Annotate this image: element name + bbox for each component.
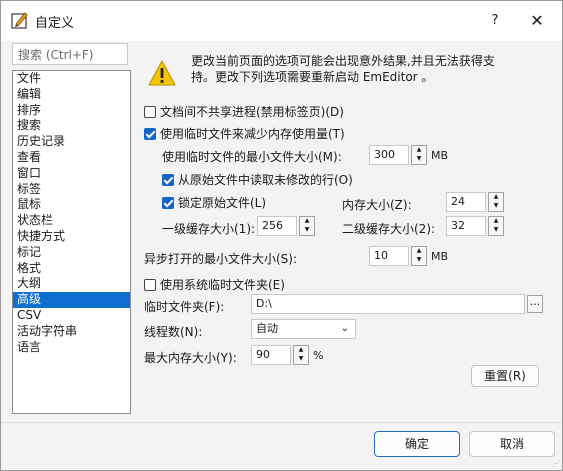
l1-cache-input[interactable]: 256 xyxy=(257,216,297,236)
read-unmodified-label: 从原始文件中读取未修改的行(O) xyxy=(178,173,353,187)
checkbox-checked-icon xyxy=(144,128,156,140)
use-temp-files-checkbox[interactable]: 使用临时文件来减少内存使用量(T) xyxy=(144,125,345,142)
l2-cache-input[interactable]: 32 xyxy=(446,216,486,236)
search-input[interactable]: 搜索 (Ctrl+F) xyxy=(12,43,128,65)
window-title: 自定义 xyxy=(35,16,75,31)
footer-divider xyxy=(1,422,562,423)
async-min-label: 异步打开的最小文件大小(S): xyxy=(144,252,298,266)
no-shared-process-checkbox[interactable]: 文档间不共享进程(禁用标签页)(D) xyxy=(144,103,344,120)
temp-folder-label: 临时文件夹(F): xyxy=(144,300,225,314)
category-item-history[interactable]: 历史记录 xyxy=(13,134,130,150)
category-item-status-bar[interactable]: 状态栏 xyxy=(13,213,130,229)
use-system-temp-checkbox[interactable]: 使用系统临时文件夹(E) xyxy=(144,276,285,293)
spin-arrows-icon[interactable]: ▲ ▼ xyxy=(293,345,309,365)
checkbox-checked-icon xyxy=(162,174,174,186)
use-temp-files-label: 使用临时文件来减少内存使用量(T) xyxy=(160,127,345,141)
category-item-tabs[interactable]: 标签 xyxy=(13,182,130,198)
threads-label: 线程数(N): xyxy=(144,325,203,339)
async-min-spinner[interactable]: 10 ▲ ▼ xyxy=(369,246,427,266)
spin-arrows-icon[interactable]: ▲ ▼ xyxy=(299,216,315,236)
checkbox-unchecked-icon xyxy=(144,106,156,118)
category-item-active-strings[interactable]: 活动字符串 xyxy=(13,324,130,340)
lock-original-checkbox[interactable]: 锁定原始文件(L) xyxy=(162,194,266,211)
max-memory-input[interactable]: 90 xyxy=(251,345,291,365)
help-button[interactable]: ? xyxy=(481,9,509,33)
category-item-edit[interactable]: 编辑 xyxy=(13,87,130,103)
category-item-view[interactable]: 查看 xyxy=(13,150,130,166)
temp-folder-input[interactable]: D:\ xyxy=(251,294,525,314)
memory-size-spinner[interactable]: 24 ▲ ▼ xyxy=(446,192,504,212)
l1-cache-spinner[interactable]: 256 ▲ ▼ xyxy=(257,216,315,236)
title-bar: 自定义 ? ✕ xyxy=(1,1,562,41)
async-min-unit: MB xyxy=(431,250,449,263)
chevron-down-icon: ⌄ xyxy=(340,323,349,334)
lock-original-label: 锁定原始文件(L) xyxy=(178,196,267,210)
memory-size-label: 内存大小(Z): xyxy=(342,198,412,212)
category-item-shortcuts[interactable]: 快捷方式 xyxy=(13,229,130,245)
category-item-mouse[interactable]: 鼠标 xyxy=(13,197,130,213)
category-item-outline[interactable]: 大纲 xyxy=(13,276,130,292)
read-unmodified-checkbox[interactable]: 从原始文件中读取未修改的行(O) xyxy=(162,171,353,188)
ok-button[interactable]: 确定 xyxy=(374,431,460,457)
warning-line-1: 更改当前页面的选项可能会出现意外结果,并且无法获得支 xyxy=(191,54,495,68)
category-item-sort[interactable]: 排序 xyxy=(13,103,130,119)
l2-cache-spinner[interactable]: 32 ▲ ▼ xyxy=(446,216,504,236)
threads-select[interactable]: 自动 ⌄ xyxy=(251,319,356,339)
spin-arrows-icon[interactable]: ▲ ▼ xyxy=(488,192,504,212)
warning-line-2: 持。更改下列选项需要重新启动 EmEditor 。 xyxy=(191,70,434,84)
category-item-language[interactable]: 语言 xyxy=(13,340,130,356)
max-memory-spinner[interactable]: 90 ▲ ▼ xyxy=(251,345,309,365)
category-item-window[interactable]: 窗口 xyxy=(13,166,130,182)
category-item-marks[interactable]: 标记 xyxy=(13,245,130,261)
checkbox-unchecked-icon xyxy=(144,279,156,291)
browse-button[interactable]: ... xyxy=(527,295,543,313)
no-shared-process-label: 文档间不共享进程(禁用标签页)(D) xyxy=(160,105,344,119)
memory-size-input[interactable]: 24 xyxy=(446,192,486,212)
cancel-button[interactable]: 取消 xyxy=(469,431,555,457)
category-list[interactable]: 文件 编辑 排序 搜索 历史记录 查看 窗口 标签 鼠标 状态栏 快捷方式 标记… xyxy=(12,70,131,414)
category-item-file[interactable]: 文件 xyxy=(13,71,130,87)
threads-selected-value: 自动 xyxy=(256,322,278,335)
category-item-csv[interactable]: CSV xyxy=(13,308,130,324)
customize-dialog: 自定义 ? ✕ 搜索 (Ctrl+F) 文件 编辑 排序 搜索 历史记录 查看 … xyxy=(0,0,563,471)
l1-cache-label: 一级缓存大小(1): xyxy=(162,222,256,236)
use-system-temp-label: 使用系统临时文件夹(E) xyxy=(160,278,285,292)
min-file-size-label: 使用临时文件的最小文件大小(M): xyxy=(162,150,342,164)
emeditor-app-icon xyxy=(11,12,28,29)
reset-button[interactable]: 重置(R) xyxy=(471,365,539,387)
spin-arrows-icon[interactable]: ▲ ▼ xyxy=(488,216,504,236)
category-item-advanced[interactable]: 高级 xyxy=(13,292,130,308)
max-memory-unit: % xyxy=(313,349,324,362)
max-memory-label: 最大内存大小(Y): xyxy=(144,351,237,365)
warning-icon xyxy=(148,60,176,86)
close-button[interactable]: ✕ xyxy=(523,9,551,33)
warning-message: 更改当前页面的选项可能会出现意外结果,并且无法获得支 持。更改下列选项需要重新启… xyxy=(191,53,531,85)
spin-arrows-icon[interactable]: ▲ ▼ xyxy=(411,246,427,266)
min-file-size-spinner[interactable]: 300 ▲ ▼ xyxy=(369,145,427,165)
async-min-input[interactable]: 10 xyxy=(369,246,409,266)
resize-grip-icon[interactable]: ⋰ xyxy=(552,459,560,468)
category-item-format[interactable]: 格式 xyxy=(13,261,130,277)
min-file-size-unit: MB xyxy=(431,149,449,162)
l2-cache-label: 二级缓存大小(2): xyxy=(342,222,436,236)
checkbox-checked-icon xyxy=(162,197,174,209)
category-item-search[interactable]: 搜索 xyxy=(13,118,130,134)
spin-arrows-icon[interactable]: ▲ ▼ xyxy=(411,145,427,165)
min-file-size-input[interactable]: 300 xyxy=(369,145,409,165)
